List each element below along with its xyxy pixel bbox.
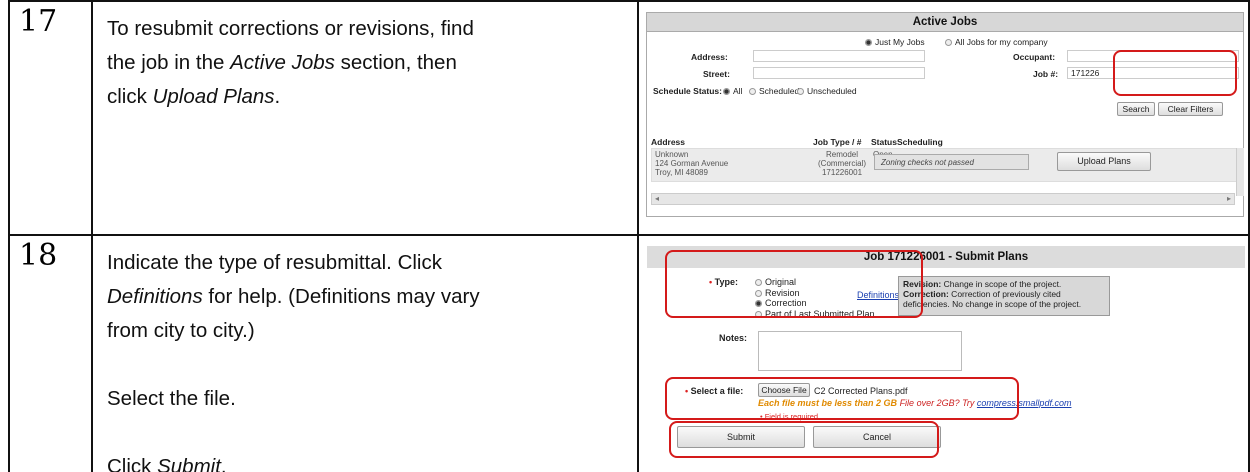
- table-row[interactable]: Unknown 124 Gorman Avenue Troy, MI 48089…: [651, 148, 1239, 182]
- scope-just-my-jobs[interactable]: Just My Jobs: [865, 37, 925, 47]
- scope-all-jobs[interactable]: All Jobs for my company: [945, 37, 1048, 47]
- vertical-scrollbar[interactable]: [1236, 148, 1244, 196]
- instruction-steps: 17 To resubmit corrections or revisions,…: [8, 0, 1250, 472]
- job-number-label: Job #:: [1033, 69, 1059, 79]
- instruction-line: click Upload Plans.: [107, 85, 281, 108]
- step-row-18: 18 Indicate the type of resubmittal. Cli…: [8, 234, 1250, 472]
- step-instructions: Indicate the type of resubmittal. Click …: [93, 236, 639, 472]
- step-number-cell: 17: [10, 2, 93, 234]
- status-all[interactable]: All: [723, 86, 742, 96]
- buttons-highlight: [669, 421, 939, 458]
- row-job-type: Remodel (Commercial) 171226001: [818, 150, 866, 177]
- instruction-line: Click Submit.: [107, 455, 227, 472]
- step-row-17: 17 To resubmit corrections or revisions,…: [8, 0, 1250, 236]
- address-label: Address:: [691, 52, 728, 62]
- street-input[interactable]: [753, 67, 925, 79]
- notes-label: Notes:: [719, 333, 748, 343]
- instruction-line: from city to city.): [107, 319, 255, 342]
- column-scheduling: Scheduling: [897, 137, 943, 147]
- upload-plans-highlight: [1113, 50, 1237, 96]
- address-input[interactable]: [753, 50, 925, 62]
- step-number: 18: [19, 238, 58, 273]
- horizontal-scrollbar[interactable]: ◂ ▸: [651, 193, 1235, 205]
- instruction-line: Indicate the type of resubmittal. Click: [107, 251, 442, 274]
- column-job-type: Job Type / #: [813, 137, 862, 147]
- screenshot-cell: Active Jobs Just My Jobs All Jobs for my…: [639, 2, 1248, 234]
- active-jobs-panel: Active Jobs Just My Jobs All Jobs for my…: [646, 12, 1244, 217]
- upload-plans-button[interactable]: Upload Plans: [1057, 152, 1151, 171]
- instruction-line: Definitions for help. (Definitions may v…: [107, 285, 480, 308]
- column-address: Address: [651, 137, 686, 147]
- step-instructions: To resubmit corrections or revisions, fi…: [93, 2, 639, 234]
- schedule-status-label: Schedule Status:: [653, 86, 722, 96]
- scroll-right-icon[interactable]: ▸: [1227, 194, 1231, 203]
- occupant-label: Occupant:: [1013, 52, 1056, 62]
- radio-icon: [797, 88, 804, 95]
- panel-title: Active Jobs: [647, 13, 1243, 32]
- instruction-line: the job in the Active Jobs section, then: [107, 51, 457, 74]
- radio-icon: [749, 88, 756, 95]
- screenshot-cell: Job 171226001 - Submit Plans • Type: Ori…: [639, 236, 1248, 472]
- street-label: Street:: [703, 69, 730, 79]
- column-status: Status: [871, 137, 897, 147]
- step-number: 17: [19, 4, 58, 39]
- type-highlight: [665, 250, 923, 318]
- radio-icon: [945, 39, 952, 46]
- scheduling-note: Zoning checks not passed: [874, 154, 1029, 170]
- definitions-box: Revision: Change in scope of the project…: [898, 276, 1110, 316]
- instruction-line: Select the file.: [107, 387, 236, 410]
- scroll-left-icon[interactable]: ◂: [655, 194, 659, 203]
- clear-filters-button[interactable]: Clear Filters: [1158, 102, 1223, 116]
- status-scheduled[interactable]: Scheduled: [749, 86, 799, 96]
- file-highlight: [665, 377, 1019, 420]
- notes-textarea[interactable]: [758, 331, 962, 371]
- step-number-cell: 18: [10, 236, 93, 472]
- radio-icon: [865, 39, 872, 46]
- row-address: Unknown 124 Gorman Avenue Troy, MI 48089: [655, 150, 729, 177]
- status-unscheduled[interactable]: Unscheduled: [797, 86, 857, 96]
- jobs-table-header: Address Job Type / # Status Scheduling: [651, 137, 1239, 148]
- radio-icon: [723, 88, 730, 95]
- search-button[interactable]: Search: [1117, 102, 1155, 116]
- instruction-line: To resubmit corrections or revisions, fi…: [107, 17, 474, 40]
